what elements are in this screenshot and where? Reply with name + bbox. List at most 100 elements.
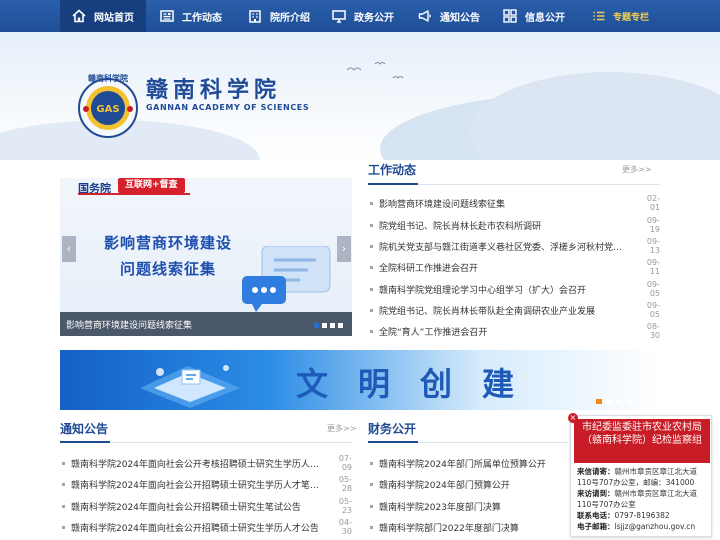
finance-title: 赣南科学院部门2022年度部门决算 — [379, 523, 519, 534]
section-accent — [60, 441, 110, 443]
bullet — [370, 223, 373, 227]
bullet — [370, 504, 373, 508]
finance-item[interactable]: 赣南科学院部门2022年度部门决算 — [368, 518, 568, 536]
slider-prev-button[interactable]: ‹ — [62, 236, 76, 262]
bullet — [62, 461, 65, 465]
notice-title: 赣南科学院2024年面向社会公开招聘硕士研究生笔试公告 — [71, 502, 301, 513]
news-date: 08-30 — [646, 322, 660, 340]
notice-item[interactable]: 赣南科学院2024年面向社会公开考核招聘硕士研究生学历人… 07-09 — [60, 454, 352, 472]
slider-header-strip — [60, 160, 352, 178]
nav-item-info-disclosure[interactable]: 信息公开 — [503, 0, 565, 32]
nav-label: 通知公告 — [440, 12, 480, 24]
bullet — [62, 525, 65, 529]
work-news-title: 工作动态 — [368, 163, 417, 177]
notice-item[interactable]: 赣南科学院2024年面向社会公开招聘硕士研究生笔试公告 05-23 — [60, 497, 352, 515]
nav-item-home[interactable]: 网站首页 — [60, 0, 146, 32]
notice-title: 赣南科学院2024年面向社会公开考核招聘硕士研究生学历人… — [71, 459, 319, 470]
work-news-item[interactable]: 影响营商环境建设问题线索征集 02-01 — [368, 194, 660, 212]
news-slider[interactable]: 国务院 互联网+督查 影响营商环境建设 问题线索征集 ‹ › 影响营商环境建设问… — [60, 160, 352, 336]
news-title: 院机关党支部与赣江街道孝义巷社区党委、浮槎乡河秋村党… — [379, 242, 623, 253]
nav-item-work-news[interactable]: 工作动态 — [160, 0, 222, 32]
work-news-item[interactable]: 院党组书记、院长肖林长带队赴全南调研农业产业发展 09-05 — [368, 301, 660, 319]
email-value[interactable]: lsjjz@ganzhou.gov.cn — [615, 522, 696, 531]
nav-label: 专题专栏 — [613, 12, 650, 23]
slider-dot[interactable] — [330, 323, 335, 328]
nav-label: 工作动态 — [182, 12, 222, 24]
notice-title: 赣南科学院2024年面向社会公开招聘硕士研究生学历人才公告 — [71, 523, 319, 534]
notice-item[interactable]: 赣南科学院2024年面向社会公开招聘硕士研究生学历人才公告 04-30 — [60, 518, 352, 536]
slide-headline: 影响营商环境建设 — [104, 234, 233, 252]
section-accent — [368, 441, 418, 443]
slide-tag: 互联网+督查 — [118, 178, 185, 193]
bullet — [62, 482, 65, 486]
finance-title: 赣南科学院2024年部门预算公开 — [379, 480, 510, 491]
bullet — [370, 308, 373, 312]
finance-item[interactable]: 赣南科学院2024年部门预算公开 — [368, 475, 568, 493]
news-date: 09-11 — [646, 258, 660, 276]
bullet — [370, 482, 373, 486]
banner-dot[interactable] — [626, 399, 632, 404]
news-date: 09-13 — [646, 237, 660, 255]
seal-text: 赣南科学院 — [88, 73, 128, 83]
visit-label: 来访请到： — [577, 489, 615, 498]
banner-dot[interactable] — [606, 399, 612, 404]
work-news-item[interactable]: 院党组书记、院长肖林长赴市农科所调研 09-19 — [368, 216, 660, 234]
monitor-icon — [332, 9, 346, 23]
nav-item-notices[interactable]: 通知公告 — [418, 0, 480, 32]
finance-title: 赣南科学院2024年部门所属单位预算公开 — [379, 459, 546, 470]
finance-title: 财务公开 — [368, 422, 417, 436]
finance-item[interactable]: 赣南科学院2023年度部门决算 — [368, 497, 568, 515]
section-accent — [368, 183, 418, 185]
news-date: 09-05 — [646, 280, 660, 298]
home-icon — [72, 9, 86, 23]
popup-title: 市纪委监委驻市农业农村局（赣南科学院）纪检监察组 — [574, 419, 710, 463]
slider-dot[interactable] — [314, 323, 319, 328]
nav-label: 院所介绍 — [270, 12, 310, 24]
megaphone-icon — [418, 9, 432, 23]
work-news-item[interactable]: 赣南科学院党组理论学习中心组学习（扩大）会召开 09-05 — [368, 280, 660, 298]
work-news-item[interactable]: 全院“育人”工作推进会召开 08-30 — [368, 322, 660, 340]
news-date: 09-19 — [646, 216, 660, 234]
slider-next-button[interactable]: › — [337, 236, 351, 262]
popup-close-button[interactable]: × — [568, 413, 578, 423]
notice-title: 赣南科学院2024年面向社会公开招聘硕士研究生学历人才笔… — [71, 480, 319, 491]
news-title: 院党组书记、院长肖林长赴市农科所调研 — [379, 221, 542, 232]
bullet — [370, 525, 373, 529]
finance-item[interactable]: 赣南科学院2024年部门所属单位预算公开 — [368, 454, 568, 472]
site-title: 赣南科学院 — [146, 77, 282, 103]
nav-item-gov-affairs[interactable]: 政务公开 — [332, 0, 394, 32]
notices-more-link[interactable]: 更多>> — [327, 423, 356, 434]
news-date: 09-05 — [646, 301, 660, 319]
birds-decoration — [346, 62, 404, 79]
bullet — [370, 244, 373, 248]
slide-caption-bar: 影响营商环境建设问题线索征集 — [60, 312, 352, 336]
notice-item[interactable]: 赣南科学院2024年面向社会公开招聘硕士研究生学历人才笔… 05-28 — [60, 475, 352, 493]
work-news-item[interactable]: 院机关党支部与赣江街道孝义巷社区党委、浮槎乡河秋村党… 09-13 — [368, 237, 660, 255]
site-subtitle: GANNAN ACADEMY OF SCIENCES — [146, 103, 310, 112]
slide-divider — [78, 193, 190, 195]
notice-date: 04-30 — [338, 518, 352, 536]
nav-item-institute-intro[interactable]: 院所介绍 — [248, 0, 310, 32]
slide-caption: 影响营商环境建设问题线索征集 — [66, 321, 193, 331]
banner-dot[interactable] — [596, 399, 602, 404]
civilization-banner[interactable]: 文明创建 — [60, 350, 660, 410]
banner-dot[interactable] — [616, 399, 622, 404]
institute-seal-logo: GAS 赣南科学院 — [76, 70, 140, 146]
bullet — [370, 287, 373, 291]
notice-date: 07-09 — [338, 454, 352, 472]
bullet — [370, 201, 373, 205]
header-banner: GAS 赣南科学院 赣南科学院 GANNAN ACADEMY OF SCIENC… — [0, 32, 720, 160]
phone-value: 0797-8196382 — [614, 511, 670, 520]
email-label: 电子邮箱： — [577, 522, 615, 531]
slider-dot[interactable] — [338, 323, 343, 328]
work-news-item[interactable]: 全院科研工作推进会召开 09-11 — [368, 258, 660, 276]
tech-platform-illustration — [140, 365, 240, 408]
nav-item-special-topics[interactable]: 专题专栏 — [592, 0, 649, 32]
phone-label: 联系电话： — [577, 511, 615, 520]
slider-dot[interactable] — [322, 323, 327, 328]
bullet — [370, 329, 373, 333]
letters-label: 来信请寄： — [577, 467, 615, 476]
work-news-more-link[interactable]: 更多>> — [622, 164, 651, 175]
notice-date: 05-23 — [338, 497, 352, 515]
mountain-shape — [470, 72, 720, 160]
